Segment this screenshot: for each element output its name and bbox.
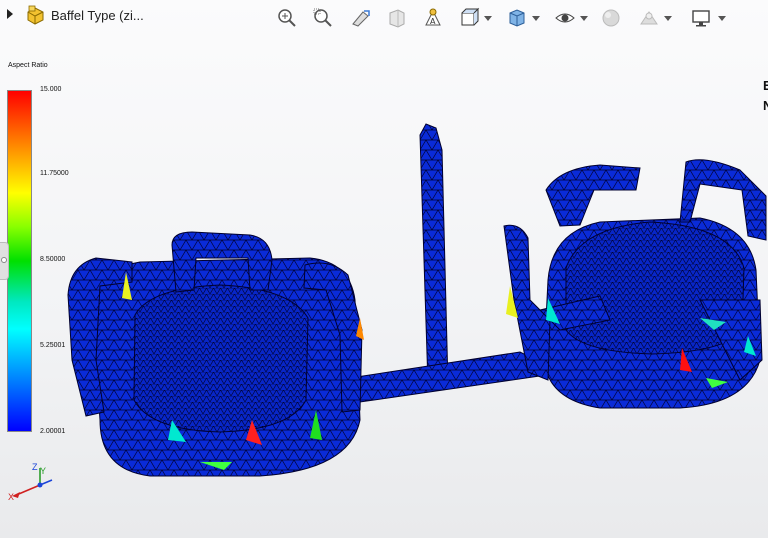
reference-triad (12, 468, 53, 498)
mesh-model[interactable] (0, 0, 768, 538)
sprue (419, 123, 449, 386)
right-cup (503, 159, 767, 409)
triad-y-label: Y (40, 466, 47, 476)
triad-x-label: X (8, 492, 15, 502)
left-cup (67, 231, 364, 477)
triad-z-label: Z (32, 462, 38, 472)
